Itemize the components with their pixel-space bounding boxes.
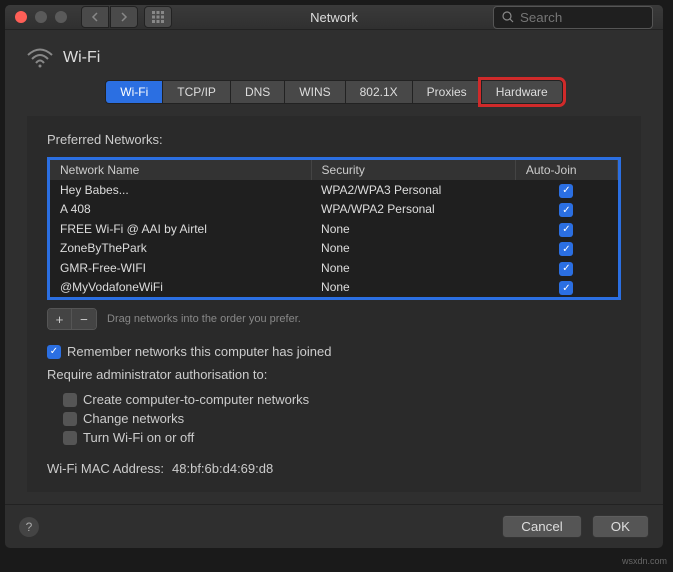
col-autojoin[interactable]: Auto-Join [515,160,617,180]
table-row[interactable]: GMR-Free-WIFINone ✓ [50,258,618,278]
network-name-cell: Hey Babes... [50,180,311,200]
mac-value: 48:bf:6b:d4:69:d8 [172,461,273,476]
tab-wifi[interactable]: Wi-Fi [105,80,162,104]
chevron-right-icon [120,12,128,22]
table-row[interactable]: FREE Wi-Fi @ AAI by AirtelNone ✓ [50,219,618,239]
network-security-cell: WPA/WPA2 Personal [311,200,515,220]
ok-button[interactable]: OK [592,515,649,538]
network-autojoin-cell: ✓ [515,200,617,220]
network-autojoin-cell: ✓ [515,258,617,278]
admin-option-change: Change networks [63,411,621,426]
chevron-left-icon [91,12,99,22]
show-all-button[interactable] [144,6,172,28]
tab-wins[interactable]: WINS [284,80,344,104]
drag-hint: Drag networks into the order you prefer. [107,313,301,325]
table-row[interactable]: A 408WPA/WPA2 Personal ✓ [50,200,618,220]
admin-option-create: Create computer-to-computer networks [63,392,621,407]
autojoin-checkbox[interactable]: ✓ [559,223,573,237]
network-autojoin-cell: ✓ [515,180,617,200]
traffic-lights [15,11,67,23]
autojoin-checkbox[interactable]: ✓ [559,281,573,295]
network-security-cell: None [311,219,515,239]
admin-change-label: Change networks [83,411,184,426]
admin-label: Require administrator authorisation to: [47,367,621,382]
mac-address-row: Wi-Fi MAC Address: 48:bf:6b:d4:69:d8 [47,461,621,476]
autojoin-checkbox[interactable]: ✓ [559,184,573,198]
add-network-button[interactable]: + [48,309,72,329]
wifi-icon [27,48,53,68]
settings-panel: Preferred Networks: Network Name Securit… [27,116,641,492]
table-row[interactable]: @MyVodafoneWiFiNone ✓ [50,278,618,298]
add-remove-buttons: + − [47,308,97,330]
admin-option-toggle: Turn Wi-Fi on or off [63,430,621,445]
col-security[interactable]: Security [311,160,515,180]
network-security-cell: None [311,258,515,278]
admin-options: Create computer-to-computer networks Cha… [63,392,621,445]
remember-checkbox[interactable]: ✓ [47,345,61,359]
search-field-wrap[interactable] [493,6,653,29]
network-name-cell: A 408 [50,200,311,220]
autojoin-checkbox[interactable]: ✓ [559,262,573,276]
autojoin-checkbox[interactable]: ✓ [559,242,573,256]
content-area: Wi-Fi Wi-Fi TCP/IP DNS WINS 802.1X Proxi… [5,30,663,504]
network-autojoin-cell: ✓ [515,219,617,239]
grid-icon [152,11,164,23]
network-security-cell: None [311,239,515,259]
network-name-cell: @MyVodafoneWiFi [50,278,311,298]
network-autojoin-cell: ✓ [515,278,617,298]
autojoin-checkbox[interactable]: ✓ [559,203,573,217]
window-title: Network [310,10,358,25]
footer: ? Cancel OK [5,504,663,548]
search-input[interactable] [520,10,644,25]
add-remove-row: + − Drag networks into the order you pre… [47,308,621,330]
network-name-cell: GMR-Free-WIFI [50,258,311,278]
tab-hardware[interactable]: Hardware [481,80,563,104]
network-autojoin-cell: ✓ [515,239,617,259]
remember-row: ✓ Remember networks this computer has jo… [47,344,621,359]
close-window-button[interactable] [15,11,27,23]
networks-table[interactable]: Network Name Security Auto-Join Hey Babe… [47,157,621,300]
preferences-window: Network Wi-Fi Wi-Fi TCP/IP DNS WINS 802.… [4,4,664,549]
tab-8021x[interactable]: 802.1X [345,80,412,104]
watermark: wsxdn.com [622,556,667,566]
admin-create-checkbox[interactable] [63,393,77,407]
table-row[interactable]: Hey Babes...WPA2/WPA3 Personal ✓ [50,180,618,200]
page-title: Wi-Fi [63,49,100,67]
search-icon [502,11,514,23]
network-security-cell: None [311,278,515,298]
tab-proxies[interactable]: Proxies [412,80,481,104]
tab-dns[interactable]: DNS [230,80,284,104]
table-row[interactable]: ZoneByTheParkNone ✓ [50,239,618,259]
back-button[interactable] [81,6,109,28]
admin-toggle-checkbox[interactable] [63,431,77,445]
admin-create-label: Create computer-to-computer networks [83,392,309,407]
titlebar: Network [5,5,663,30]
tab-bar: Wi-Fi TCP/IP DNS WINS 802.1X Proxies Har… [27,80,641,104]
admin-change-checkbox[interactable] [63,412,77,426]
network-name-cell: FREE Wi-Fi @ AAI by Airtel [50,219,311,239]
col-network-name[interactable]: Network Name [50,160,311,180]
network-security-cell: WPA2/WPA3 Personal [311,180,515,200]
forward-button[interactable] [110,6,138,28]
maximize-window-button[interactable] [55,11,67,23]
network-name-cell: ZoneByThePark [50,239,311,259]
cancel-button[interactable]: Cancel [502,515,582,538]
tab-tcpip[interactable]: TCP/IP [162,80,230,104]
help-button[interactable]: ? [19,517,39,537]
preferred-networks-label: Preferred Networks: [47,132,621,147]
page-header: Wi-Fi [27,48,641,68]
minimize-window-button[interactable] [35,11,47,23]
remember-label: Remember networks this computer has join… [67,344,331,359]
remove-network-button[interactable]: − [72,309,96,329]
mac-label: Wi-Fi MAC Address: [47,461,164,476]
nav-back-forward [81,6,138,28]
admin-toggle-label: Turn Wi-Fi on or off [83,430,194,445]
